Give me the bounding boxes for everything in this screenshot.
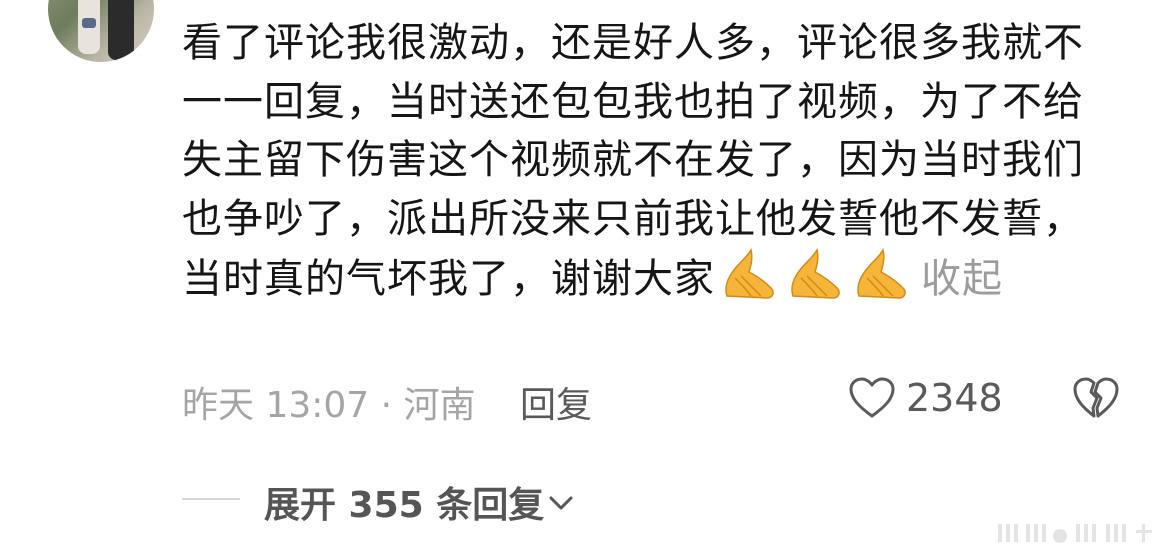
- praying-hands-emoji-icon: [857, 248, 906, 299]
- chevron-down-icon: [549, 496, 573, 510]
- broken-heart-icon[interactable]: [1072, 376, 1120, 420]
- comment-body: 看了评论我很激动，还是好人多，评论很多我就不一一回复，当时送还包包我也拍了视频，…: [182, 14, 1102, 309]
- time-location: 昨天 13:07 · 河南: [182, 385, 476, 426]
- emoji-group: [721, 248, 911, 300]
- praying-hands-emoji-icon: [725, 248, 774, 299]
- watermark-logo: [998, 524, 1152, 543]
- collapse-link[interactable]: 收起: [921, 256, 1003, 302]
- avatar-figure: [108, 0, 134, 60]
- divider-line: [182, 498, 240, 500]
- expand-replies-label: 展开 355 条回复: [264, 485, 545, 526]
- avatar-figure: [82, 18, 96, 28]
- reply-button[interactable]: 回复: [520, 376, 592, 428]
- expand-replies-row: 展开 355 条回复: [182, 472, 782, 528]
- expand-replies-button[interactable]: 展开 355 条回复: [264, 476, 574, 528]
- like-count: 2348: [906, 376, 1003, 420]
- heart-outline-icon[interactable]: [848, 376, 896, 420]
- avatar[interactable]: [48, 0, 154, 62]
- comment-meta: 昨天 13:07 · 河南 回复 2348: [182, 372, 1142, 428]
- praying-hands-emoji-icon: [791, 248, 840, 299]
